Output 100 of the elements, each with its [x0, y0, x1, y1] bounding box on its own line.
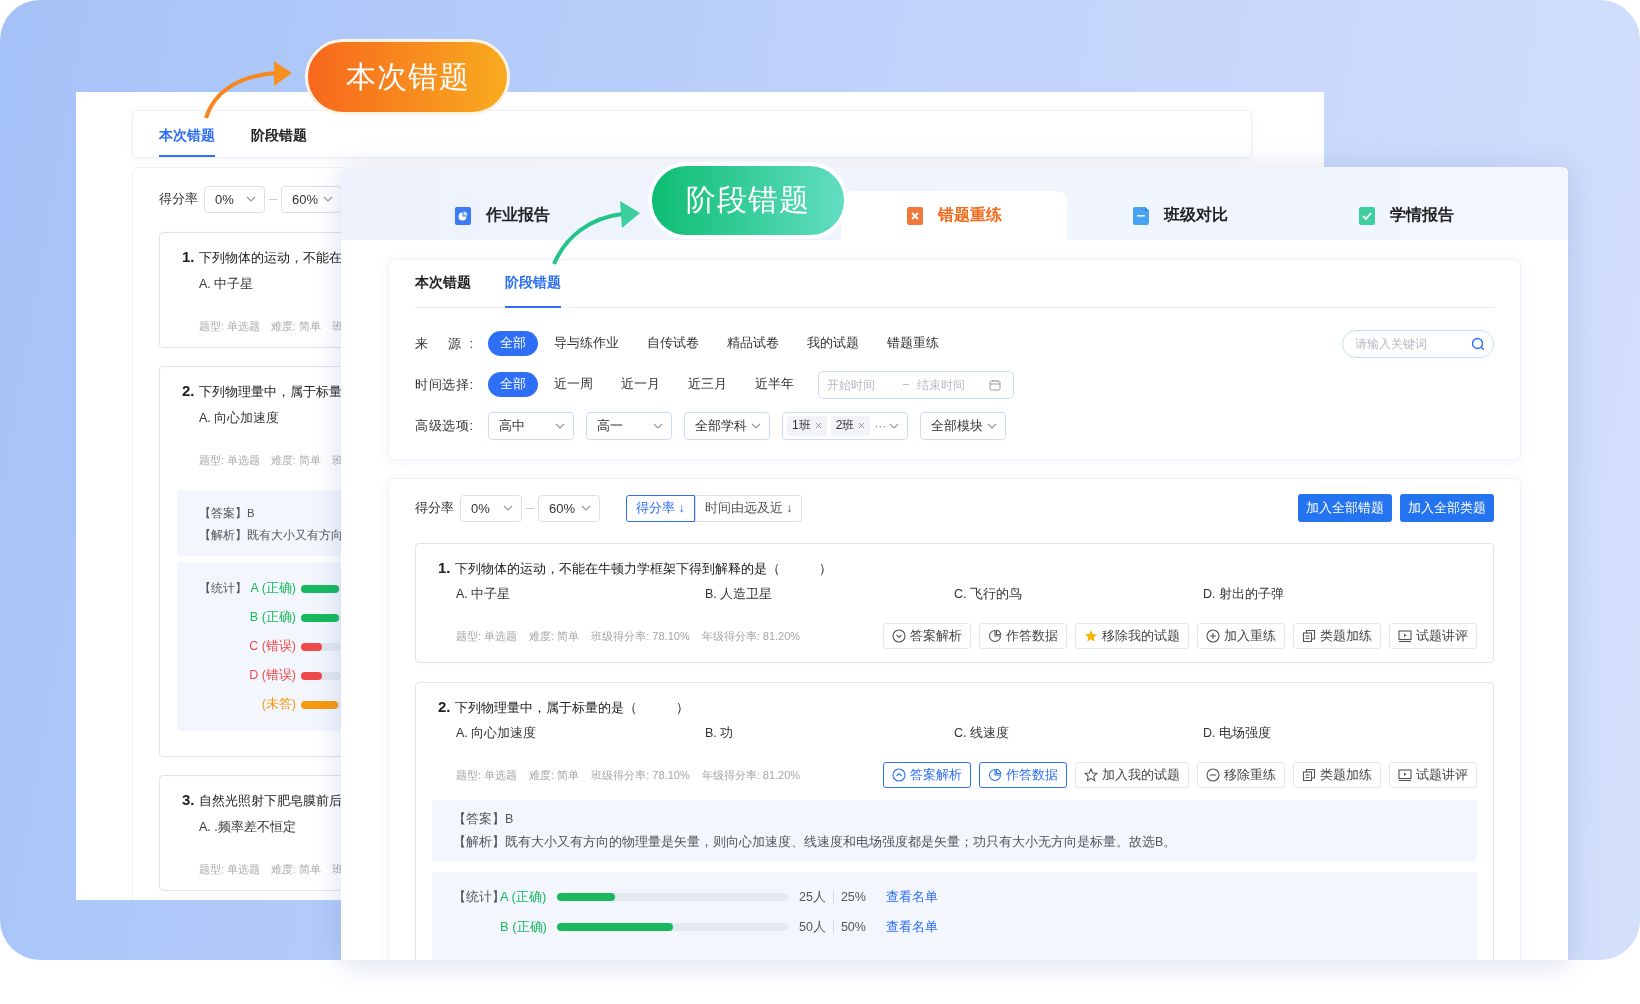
result-label: B (正确)	[248, 609, 296, 626]
action-button[interactable]: 答案解析	[883, 623, 971, 649]
meta-text: 题型: 单选题	[456, 767, 518, 783]
filter-chip[interactable]: 近三月	[676, 372, 739, 397]
meta-text: 难度: 简单	[270, 454, 321, 468]
filter-chip[interactable]: 错题重练	[875, 331, 951, 356]
question-number: 3.	[182, 791, 195, 808]
class-tag[interactable]: 2班	[830, 415, 871, 436]
dropdown[interactable]: 0%	[460, 494, 522, 522]
score-rate-label: 得分率	[415, 499, 454, 517]
close-icon	[858, 422, 866, 429]
meta-text: 班级得分率: 78.10%	[591, 767, 690, 783]
action-button[interactable]: 试题讲评	[1389, 762, 1477, 788]
chevron-down-icon	[751, 422, 761, 429]
meta-text: 难度: 简单	[270, 863, 321, 877]
report-tab[interactable]: 学情报告	[1293, 191, 1519, 240]
filter-chip[interactable]: 全部	[488, 331, 538, 356]
dropdown[interactable]: 高一	[586, 411, 672, 440]
question-text: 自然光照射下肥皂膜前后	[198, 793, 342, 810]
class-tag[interactable]: 1班	[787, 415, 827, 436]
chevron-down-icon	[653, 422, 663, 429]
meta-text: 题型: 单选题	[456, 628, 518, 644]
action-button[interactable]: 类题加练	[1293, 762, 1381, 788]
sort-button[interactable]: 时间由远及近 ↓	[694, 494, 803, 522]
chevron-down-icon	[581, 505, 591, 511]
report-tab[interactable]: 作业报告	[389, 191, 615, 240]
chevron-down-icon	[555, 422, 565, 429]
result-label: A (正确)	[249, 580, 296, 597]
view-list-link[interactable]: 查看名单	[885, 888, 938, 906]
multi-select[interactable]: 1班 2班 ···	[782, 411, 908, 440]
filter-chip[interactable]: 近一月	[609, 372, 672, 397]
copy-icon	[1302, 629, 1316, 643]
action-button[interactable]: 加入重练	[1197, 623, 1285, 649]
dropdown[interactable]: 0%	[204, 185, 265, 213]
filter-chip[interactable]: 近半年	[743, 372, 806, 397]
action-button[interactable]: 答案解析	[883, 762, 971, 788]
check-icon	[1358, 205, 1376, 226]
percent-text: 50%	[840, 920, 866, 934]
action-button[interactable]: 试题讲评	[1389, 623, 1477, 649]
tab[interactable]: 本次错题	[159, 111, 215, 157]
answer-text: 【答案】B	[453, 811, 514, 828]
filter-chip[interactable]: 全部	[488, 372, 538, 397]
statistics-label: 【统计】	[453, 888, 500, 906]
meta-text: 难度: 简单	[529, 767, 580, 783]
action-button[interactable]: 移除重练	[1197, 762, 1285, 788]
date-input[interactable]: 结束时间	[917, 377, 989, 392]
question-text: 下列物理量中，属于标量的是（ ）	[454, 699, 689, 717]
option-text: B. 功	[705, 725, 735, 742]
action-button[interactable]: 作答数据	[979, 762, 1067, 788]
dropdown[interactable]: 60%	[281, 185, 342, 213]
dropdown[interactable]: 全部模块	[920, 411, 1006, 440]
callout-label: 本次错题	[305, 39, 510, 115]
add-all-button[interactable]: 加入全部类题	[1400, 494, 1494, 522]
result-label: A (正确)	[500, 888, 548, 906]
report-tab[interactable]: 班级对比	[1067, 191, 1293, 240]
chevron-down-icon	[246, 196, 256, 202]
filter-chip[interactable]: 自传试卷	[635, 331, 711, 356]
action-button[interactable]: 类题加练	[1293, 623, 1381, 649]
chevron-down-icon	[987, 422, 997, 429]
date-range-field[interactable]: 开始时间 结束时间	[818, 370, 1014, 399]
tab[interactable]: 阶段错题	[251, 111, 307, 157]
search-input[interactable]: 请输入关键词	[1355, 336, 1471, 351]
action-button[interactable]: 加入我的试题	[1075, 762, 1189, 788]
star-icon	[1084, 629, 1098, 643]
screen-icon	[1398, 629, 1412, 643]
search-icon	[1471, 336, 1485, 351]
option-text: A. 中子星	[199, 277, 254, 291]
add-all-button[interactable]: 加入全部错题	[1298, 494, 1392, 522]
meta-text: 年级得分率: 81.20%	[701, 767, 801, 783]
option-text: A. 向心加速度	[199, 411, 280, 425]
pie-chart-icon	[454, 205, 472, 226]
question-text: 下列物体的运动，不能在牛顿力学框架下得到解释的是（ ）	[454, 560, 832, 578]
filter-chip[interactable]: 近一周	[542, 372, 605, 397]
option-text: D. 电场强度	[1203, 725, 1272, 742]
meta-text: 难度: 简单	[270, 320, 321, 334]
dropdown[interactable]: 60%	[538, 494, 600, 522]
question-number: 1.	[438, 559, 451, 576]
document-icon	[1132, 205, 1150, 226]
view-list-link[interactable]: 查看名单	[885, 918, 938, 936]
action-button[interactable]: 作答数据	[979, 623, 1067, 649]
date-input[interactable]: 开始时间	[827, 377, 899, 392]
meta-text: 题型: 单选题	[199, 454, 260, 468]
option-text: C. 线速度	[954, 725, 1010, 742]
dropdown[interactable]: 高中	[488, 411, 574, 440]
sort-button[interactable]: 得分率 ↓	[626, 494, 695, 522]
filter-chip[interactable]: 导与练作业	[542, 331, 631, 356]
action-button[interactable]: 移除我的试题	[1075, 623, 1189, 649]
count-text: 25人	[799, 888, 826, 906]
screen-icon	[1398, 768, 1412, 782]
cross-icon	[906, 205, 924, 226]
filter-label: 高级选项:	[415, 416, 473, 435]
tab[interactable]: 阶段错题	[505, 260, 561, 308]
filter-chip[interactable]: 精品试卷	[715, 331, 791, 356]
dropdown[interactable]: 全部学科	[684, 411, 770, 440]
statistics-label: 【统计】	[199, 581, 244, 596]
option-text: A. 向心加速度	[456, 725, 538, 742]
question-number: 2.	[182, 382, 195, 399]
tab[interactable]: 本次错题	[415, 260, 471, 308]
filter-chip[interactable]: 我的试题	[795, 331, 871, 356]
meta-text: 题型: 单选题	[199, 320, 260, 334]
